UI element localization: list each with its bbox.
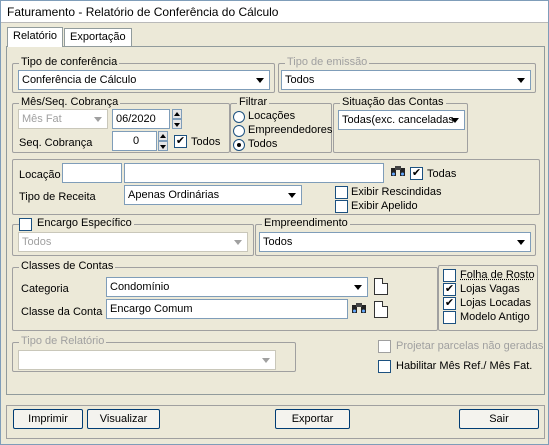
- chevron-down-icon: [447, 112, 463, 128]
- empreendimento-value: Todos: [263, 236, 293, 248]
- seq-cobranca-label: Seq. Cobrança: [19, 137, 93, 149]
- habilitar-checkbox[interactable]: [378, 360, 391, 373]
- situacao-legend: Situação das Contas: [340, 96, 446, 108]
- locacao-todas-label: Todas: [427, 168, 457, 180]
- chevron-down-icon: [230, 234, 246, 250]
- radio-empreendedores-label: Empreendedores: [248, 124, 333, 136]
- binoculars-icon[interactable]: [390, 164, 406, 182]
- document-icon[interactable]: [374, 278, 388, 295]
- visualizar-button[interactable]: Visualizar: [87, 409, 160, 429]
- tipo-receita-value: Apenas Ordinárias: [128, 189, 220, 201]
- title-bar: Faturamento - Relatório de Conferência d…: [1, 1, 548, 23]
- chevron-down-icon: [513, 72, 529, 88]
- encargo-checkbox[interactable]: [19, 218, 32, 231]
- tipo-conferencia-select[interactable]: Conferência de Cálculo: [18, 70, 270, 90]
- modelo-antigo-label: Modelo Antigo: [460, 311, 530, 323]
- encargo-select[interactable]: Todos: [18, 232, 248, 252]
- tipo-receita-label: Tipo de Receita: [19, 191, 96, 203]
- mes-spinner[interactable]: [172, 109, 182, 129]
- projetar-label: Projetar parcelas não geradas: [396, 340, 544, 352]
- seq-cobranca-input[interactable]: 0: [112, 131, 157, 151]
- lojas-locadas-checkbox[interactable]: ✔: [443, 297, 456, 310]
- locacao-label: Locação: [19, 169, 61, 181]
- folha-rosto-checkbox[interactable]: [443, 269, 456, 282]
- categoria-value: Condomínio: [110, 281, 170, 293]
- tipo-emissao-legend: Tipo de emissão: [285, 56, 370, 68]
- tipo-receita-select[interactable]: Apenas Ordinárias: [124, 185, 302, 205]
- radio-locacoes[interactable]: [233, 111, 245, 123]
- chevron-down-icon: [258, 352, 274, 368]
- window-title: Faturamento - Relatório de Conferência d…: [7, 5, 279, 19]
- tipo-emissao-value: Todos: [285, 74, 315, 86]
- radio-todos-label: Todos: [248, 138, 278, 150]
- locacao-todas-checkbox[interactable]: ✔: [410, 167, 423, 180]
- mes-fat-select[interactable]: Mês Fat: [18, 109, 108, 129]
- seq-todos-label: Todos: [191, 136, 221, 148]
- chevron-down-icon: [513, 234, 529, 250]
- tipo-relatorio-select[interactable]: [18, 350, 276, 370]
- chevron-down-icon: [284, 187, 300, 203]
- classe-conta-label: Classe da Conta: [21, 306, 103, 318]
- window: Faturamento - Relatório de Conferência d…: [0, 0, 549, 445]
- tab-relatorio[interactable]: Relatório: [7, 27, 64, 47]
- locacao-name-input[interactable]: [124, 163, 384, 183]
- tipo-relatorio-legend: Tipo de Relatório: [19, 335, 107, 347]
- sair-button[interactable]: Sair: [459, 409, 539, 429]
- chevron-down-icon: [350, 279, 366, 295]
- seq-spinner[interactable]: [158, 131, 168, 151]
- exibir-rescindidas-checkbox[interactable]: [335, 186, 348, 199]
- empreendimento-select[interactable]: Todos: [259, 232, 531, 252]
- encargo-legend: Encargo Específico: [19, 217, 134, 229]
- lojas-vagas-checkbox[interactable]: ✔: [443, 283, 456, 296]
- imprimir-button[interactable]: Imprimir: [13, 409, 83, 429]
- locacao-code-input[interactable]: [62, 163, 122, 183]
- lojas-locadas-label: Lojas Locadas: [460, 297, 531, 309]
- chevron-down-icon: [90, 111, 106, 127]
- situacao-value: Todas(exc. canceladas: [342, 114, 454, 126]
- mes-fat-value: Mês Fat: [22, 113, 62, 125]
- tipo-conferencia-value: Conferência de Cálculo: [22, 74, 137, 86]
- habilitar-label: Habilitar Mês Ref./ Mês Fat.: [396, 360, 533, 372]
- seq-todos-checkbox[interactable]: ✔: [174, 135, 187, 148]
- modelo-antigo-checkbox[interactable]: [443, 311, 456, 324]
- classes-legend: Classes de Contas: [19, 260, 116, 272]
- exibir-apelido-label: Exibir Apelido: [351, 200, 418, 212]
- tipo-emissao-select[interactable]: Todos: [281, 70, 531, 90]
- lojas-vagas-label: Lojas Vagas: [460, 283, 520, 295]
- mes-seq-legend: Mês/Seq. Cobrança: [19, 96, 121, 108]
- situacao-select[interactable]: Todas(exc. canceladas: [338, 110, 465, 130]
- classe-conta-input[interactable]: Encargo Comum: [106, 299, 348, 319]
- chevron-down-icon: [252, 72, 268, 88]
- radio-empreendedores[interactable]: [233, 125, 245, 137]
- radio-todos[interactable]: [233, 139, 245, 151]
- filtrar-legend: Filtrar: [237, 96, 270, 108]
- radio-locacoes-label: Locações: [248, 110, 296, 122]
- encargo-value: Todos: [22, 236, 52, 248]
- tab-panel: Tipo de conferência Conferência de Cálcu…: [6, 46, 545, 395]
- tipo-conferencia-legend: Tipo de conferência: [19, 56, 120, 68]
- exportar-button[interactable]: Exportar: [275, 409, 350, 429]
- exibir-rescindidas-label: Exibir Rescindidas: [351, 186, 442, 198]
- categoria-select[interactable]: Condomínio: [106, 277, 368, 297]
- exibir-apelido-checkbox[interactable]: [335, 200, 348, 213]
- empreendimento-legend: Empreendimento: [262, 217, 350, 229]
- binoculars-icon[interactable]: [351, 301, 367, 319]
- mes-ref-input[interactable]: 06/2020: [112, 109, 170, 129]
- document-icon[interactable]: [374, 301, 388, 318]
- tab-exportacao[interactable]: Exportação: [64, 28, 132, 47]
- projetar-checkbox[interactable]: [378, 340, 391, 353]
- folha-rosto-label: Folha de Rosto: [460, 269, 535, 281]
- categoria-label: Categoria: [21, 283, 69, 295]
